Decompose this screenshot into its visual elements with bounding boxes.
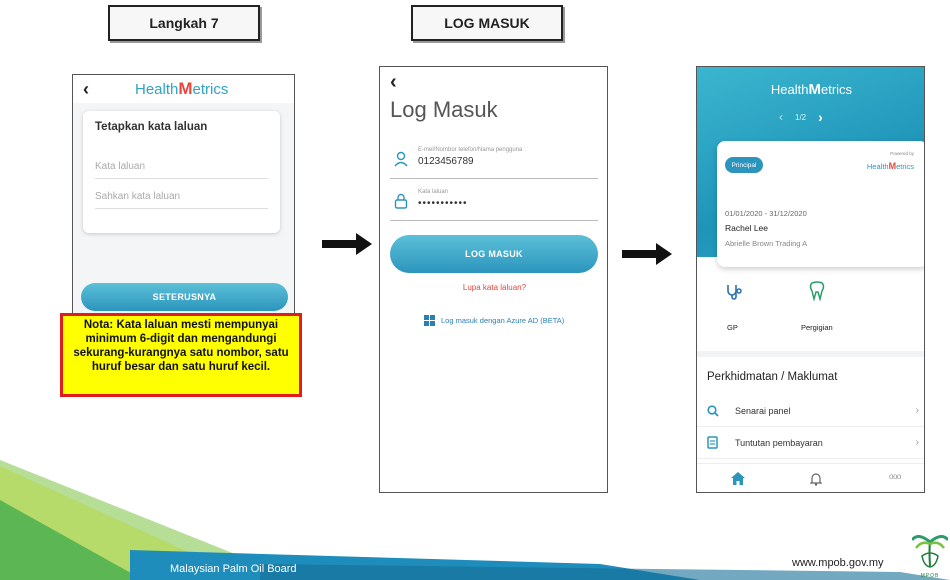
lock-icon [394, 193, 408, 209]
tooth-icon[interactable] [809, 281, 825, 301]
username-field[interactable]: E-mel/Nombor telefon/Nama pengguna 01234… [390, 143, 598, 179]
username-value: 0123456789 [418, 156, 474, 167]
password-card: Tetapkan kata laluan Kata laluan Sahkan … [83, 111, 280, 233]
list-item-claims[interactable]: Tuntutan pembayaran › [697, 427, 924, 459]
next-card-button[interactable]: › [818, 109, 823, 125]
login-title: Log Masuk [390, 97, 498, 122]
phone-set-password: ‹ HealthMetrics Tetapkan kata laluan Kat… [72, 74, 295, 318]
arrow-right-icon [322, 233, 372, 255]
azure-login-link[interactable]: Log masuk dengan Azure AD (BETA) [424, 315, 564, 326]
back-button[interactable]: ‹ [83, 79, 89, 100]
section-divider [697, 351, 924, 357]
member-card[interactable]: Principal Powered by HealthMetrics 01/01… [717, 141, 924, 267]
principal-badge-text: Principal [731, 161, 757, 169]
brand-pre: Health [135, 81, 179, 98]
confirm-password-field[interactable]: Sahkan kata laluan [95, 185, 268, 209]
mpob-logo-text: MPOB [920, 573, 940, 579]
stethoscope-icon[interactable] [725, 283, 743, 301]
chevron-right-icon: › [915, 405, 919, 416]
list-item-panel[interactable]: Senarai panel › [697, 395, 924, 427]
brand-m: M [178, 79, 193, 98]
password-field[interactable]: Kata laluan ••••••••••• [390, 185, 598, 221]
login-label: LOG MASUK [411, 5, 563, 41]
search-icon [707, 404, 719, 417]
arrow-right-icon [622, 243, 672, 265]
card-company: Abrielle Brown Trading A [725, 239, 808, 248]
pager-text: 1/2 [795, 112, 807, 122]
list-item-label: Senarai panel [735, 405, 791, 416]
services-title: Perkhidmatan / Maklumat [707, 371, 838, 383]
password-field[interactable]: Kata laluan [95, 155, 268, 179]
document-icon [707, 436, 718, 449]
palm-logo-icon [910, 535, 950, 568]
brand-post: etrics [821, 82, 853, 97]
card-dates: 01/01/2020 - 31/12/2020 [725, 209, 807, 218]
card-pager: ‹ 1/2 › [779, 109, 823, 125]
step-label-text: Langkah 7 [149, 15, 219, 31]
principal-badge: Principal [725, 157, 763, 173]
azure-login-label: Log masuk dengan Azure AD (BETA) [441, 316, 565, 325]
card-name: Rachel Lee [725, 223, 769, 233]
next-button[interactable]: SETERUSNYA [81, 283, 288, 311]
chevron-right-icon: › [915, 437, 919, 448]
brand-pre: Health [770, 82, 809, 97]
footer-url[interactable]: www.mpob.gov.my [792, 557, 884, 569]
user-icon [394, 151, 408, 167]
card-brand-logo: HealthMetrics [867, 161, 914, 171]
header-brand-logo: HealthMetrics [697, 81, 924, 98]
brand-post: etrics [192, 81, 229, 98]
next-button-label: SETERUSNYA [152, 292, 217, 302]
windows-icon [424, 315, 435, 326]
step-label: Langkah 7 [108, 5, 260, 41]
phone-dashboard: HealthMetrics ‹ 1/2 › Principal Powered … [696, 66, 925, 493]
login-label-text: LOG MASUK [444, 15, 530, 31]
footer-org: Malaysian Palm Oil Board [170, 563, 297, 575]
powered-by: Powered by [890, 151, 914, 156]
prev-card-button[interactable]: ‹ [779, 110, 783, 124]
username-label: E-mel/Nombor telefon/Nama pengguna [418, 147, 523, 153]
password-note-text: Nota: Kata laluan mesti mempunyai minimu… [73, 319, 289, 373]
card-brand-pre: Health [866, 162, 889, 171]
password-label: Kata laluan [418, 189, 449, 195]
healthmetrics-logo: HealthMetrics [135, 79, 228, 99]
gp-label: GP [727, 323, 738, 332]
dental-label: Pergigian [801, 323, 833, 332]
login-button[interactable]: LOG MASUK [390, 235, 598, 273]
login-button-label: LOG MASUK [465, 249, 523, 259]
mpob-logo: MPOB [910, 530, 950, 579]
list-item-label: Tuntutan pembayaran [735, 437, 823, 448]
password-value: ••••••••••• [418, 198, 468, 209]
card-brand-m: M [888, 161, 897, 171]
phone1-header: ‹ HealthMetrics [73, 75, 294, 103]
password-heading: Tetapkan kata laluan [95, 121, 208, 133]
brand-m: M [808, 81, 822, 98]
password-note: Nota: Kata laluan mesti mempunyai minimu… [60, 313, 302, 397]
phone-login: ‹ Log Masuk E-mel/Nombor telefon/Nama pe… [379, 66, 608, 493]
card-brand-post: etrics [896, 162, 914, 171]
back-button[interactable]: ‹ [390, 71, 397, 94]
forgot-password-link[interactable]: Lupa kata laluan? [380, 283, 607, 292]
